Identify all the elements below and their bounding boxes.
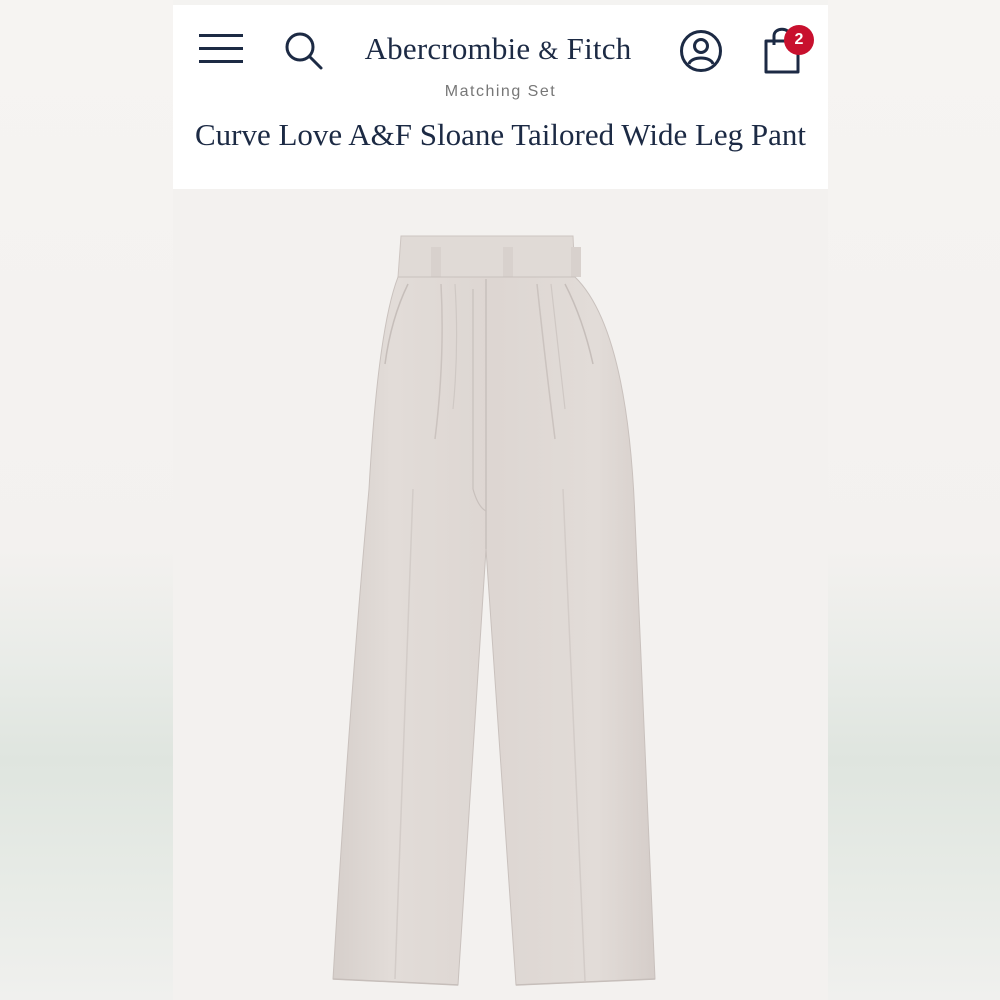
product-eyebrow-text: Matching Set bbox=[444, 83, 557, 100]
brand-name-second: Fitch bbox=[566, 31, 632, 66]
menu-icon[interactable] bbox=[197, 30, 247, 68]
background-left-margin bbox=[0, 0, 173, 1000]
product-image[interactable] bbox=[173, 189, 828, 1000]
search-icon[interactable] bbox=[281, 28, 327, 74]
product-page-screen: Abercrombie & Fitch 2 Matching Set Curve… bbox=[173, 5, 828, 1000]
background-right-margin bbox=[828, 0, 1000, 1000]
account-icon[interactable] bbox=[678, 28, 724, 74]
pants-illustration bbox=[332, 235, 656, 986]
brand-logo[interactable]: Abercrombie & Fitch bbox=[353, 29, 643, 71]
brand-name: Abercrombie bbox=[364, 31, 531, 66]
site-header: Abercrombie & Fitch 2 Matching Set Curve… bbox=[173, 5, 828, 189]
product-title: Curve Love A&F Sloane Tailored Wide Leg … bbox=[194, 117, 807, 152]
bag-count-badge[interactable]: 2 bbox=[784, 25, 814, 55]
brand-ampersand: & bbox=[538, 36, 559, 65]
product-eyebrow: Matching Set bbox=[173, 83, 828, 103]
